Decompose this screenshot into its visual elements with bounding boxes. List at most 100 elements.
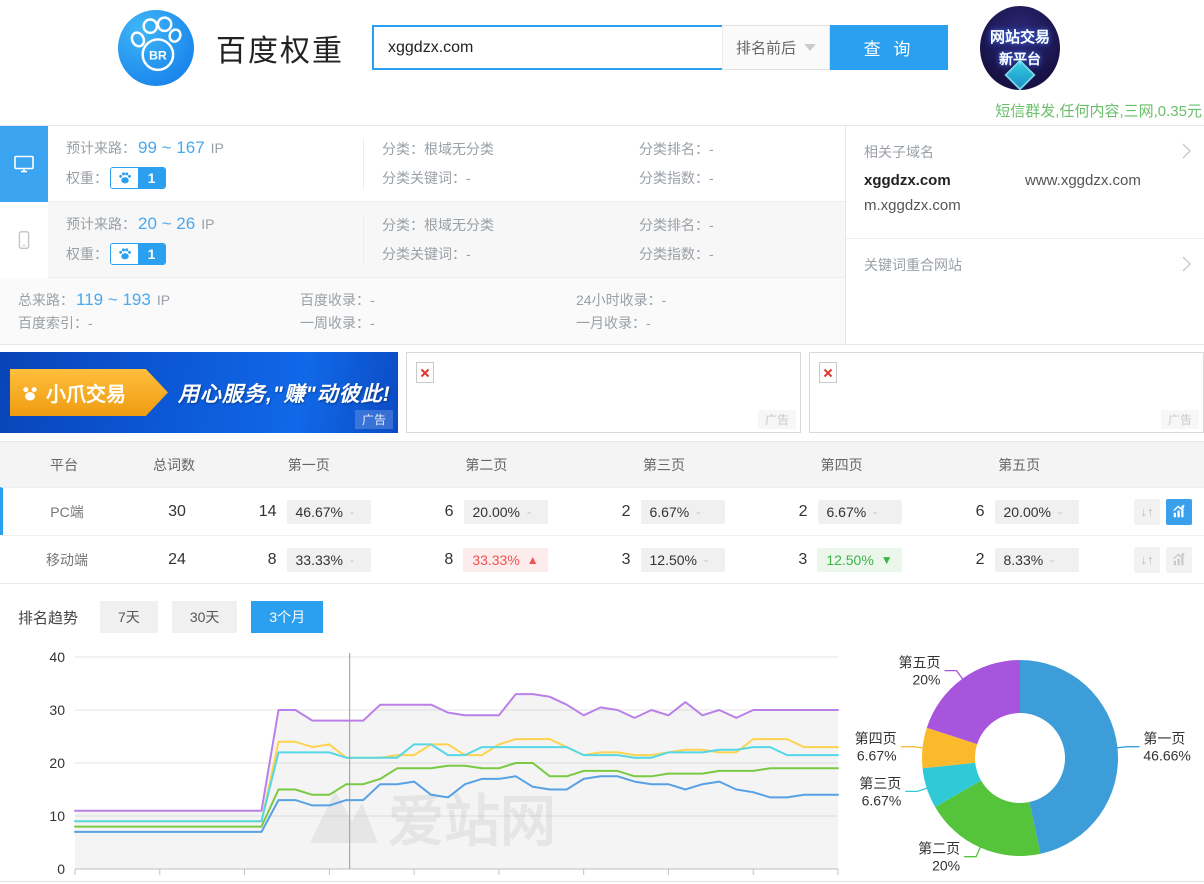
trend-icon: - [696,505,700,519]
svg-text:第四页: 第四页 [855,731,897,747]
ad-tag: 广告 [355,410,393,429]
keyword-table-header: 平台 总词数 第一页 第二页 第三页 第四页 第五页 [0,442,1204,487]
overlap-title: 关键词重合网站 [864,255,1186,275]
tab-pc[interactable] [0,126,48,202]
page2-cell: 6 20.00%- [400,500,577,524]
pc-category-keyword: 分类关键词：- [382,168,621,188]
page3-cell: 2 6.67%- [577,500,754,524]
svg-text:20: 20 [49,755,65,771]
rank-order-label: 排名前后 [736,37,796,58]
table-row-pc: PC端 30 14 46.67%- 6 20.00%- 2 6.67%- 2 6… [0,487,1204,535]
mobile-stats-row: 预计来路： 20 ~ 26 IP 权重： [48,202,845,278]
trend-icon: - [873,505,877,519]
mobile-traffic: 预计来路： 20 ~ 26 IP [66,214,363,234]
mobile-category: 分类：根域无分类 [382,215,621,235]
sort-button[interactable]: ↓↑ [1134,547,1160,573]
pc-weight-badge[interactable]: 1 [110,167,166,189]
trend-icon: - [350,553,354,567]
promo-row: 短信群发,任何内容,三网,0.35元 [0,95,1204,125]
ad-placeholder-1[interactable]: 广告 [406,352,801,433]
subdomain-link[interactable]: xggdzx.com [864,172,1025,189]
page1-cell: 14 46.67%- [223,500,400,524]
page-distribution-donut-chart[interactable]: 第一页46.66%第二页20%第三页6.67%第四页6.67%第五页20% [845,643,1204,881]
pc-category-index: 分类指数：- [639,168,845,188]
chevron-right-icon[interactable] [1178,253,1194,278]
monitor-icon [12,152,36,176]
page5-cell: 6 20.00%- [931,500,1108,524]
page: BR 百度权重 排名前后 查 询 网站交易 新平台 短信群发,任何内容,三网,0… [0,0,1204,882]
broken-image-icon [416,362,434,383]
device-tabs [0,126,48,278]
page1-cell: 8 33.33%- [223,548,400,572]
rank-order-dropdown[interactable]: 排名前后 [722,25,830,70]
broken-image-icon [819,362,837,383]
chevron-right-icon[interactable] [1178,140,1194,165]
page4-cell: 3 12.50%▼ [754,548,931,572]
tab-30days[interactable]: 30天 [172,601,238,633]
trend-icon: - [1058,505,1062,519]
mobile-weight-badge[interactable]: 1 [110,243,166,265]
page3-cell: 3 12.50%- [577,548,754,572]
ad-tag: 广告 [758,410,796,429]
xiaozhua-ad-banner[interactable]: 小爪交易 用心服务,"赚"动彼此! 广告 [0,352,398,433]
ad-brand-ribbon: 小爪交易 [10,369,168,416]
paw-logo-icon: BR [118,10,194,86]
subdomains-panel: 相关子域名 xggdzx.com www.xggdzx.com m.xggdzx… [846,126,1204,239]
platform-label: 移动端 [3,550,131,570]
chart-toggle-button[interactable] [1166,499,1192,525]
total-words: 30 [131,503,223,521]
h24-included: 24小时收录：- [576,288,845,311]
phone-icon [13,228,35,252]
page2-cell: 8 33.33%▲ [400,548,577,572]
overview-left: 预计来路： 99 ~ 167 IP 权重： [0,126,845,344]
total-traffic: 总来路： 119 ~ 193 IP [18,288,300,311]
svg-text:6.67%: 6.67% [862,792,902,808]
total-words: 24 [131,551,223,569]
subdomain-link[interactable]: www.xggdzx.com [1025,172,1186,189]
sms-promo-link[interactable]: 短信群发,任何内容,三网,0.35元 [995,100,1202,121]
col-header-page2: 第二页 [398,455,576,475]
month-included: 一月收录：- [576,311,845,334]
pct-badge: 20.00%- [995,500,1079,524]
ads-row: 小爪交易 用心服务,"赚"动彼此! 广告 广告 广告 [0,352,1204,433]
sort-button[interactable]: ↓↑ [1134,499,1160,525]
col-header-platform: 平台 [0,455,128,475]
tab-7days[interactable]: 7天 [100,601,158,633]
trend-icon: ▼ [881,553,893,567]
tab-3months[interactable]: 3个月 [251,601,323,633]
ad-placeholder-2[interactable]: 广告 [809,352,1204,433]
chart-toggle-button[interactable] [1166,547,1192,573]
trend-icon: - [704,553,708,567]
search-input[interactable] [372,25,722,70]
query-button[interactable]: 查 询 [830,25,948,70]
svg-text:20%: 20% [932,858,960,874]
trend-section-header: 排名趋势 7天 30天 3个月 [18,601,1204,633]
keyword-table: 平台 总词数 第一页 第二页 第三页 第四页 第五页 PC端 30 14 46.… [0,441,1204,584]
tab-mobile[interactable] [0,202,48,278]
pc-category-rank: 分类排名：- [639,139,845,159]
pc-stats-row: 预计来路： 99 ~ 167 IP 权重： [48,126,845,202]
overview-section: 预计来路： 99 ~ 167 IP 权重： [0,125,1204,345]
svg-text:20%: 20% [912,672,940,688]
paw-icon [111,168,138,188]
pct-badge: 33.33%▲ [463,548,547,572]
mobile-category-rank: 分类排名：- [639,215,845,235]
svg-text:第五页: 第五页 [899,655,941,671]
page-title: 百度权重 [216,26,344,70]
col-header-total: 总词数 [128,455,220,475]
pct-badge: 6.67%- [818,500,902,524]
pc-weight-value: 1 [138,168,165,188]
pct-badge: 8.33%- [995,548,1079,572]
subdomain-link[interactable]: m.xggdzx.com [864,197,1025,214]
page4-cell: 2 6.67%- [754,500,931,524]
platform-label: PC端 [3,502,131,522]
trend-icon: - [527,505,531,519]
site-trade-badge[interactable]: 网站交易 新平台 [980,6,1060,90]
svg-text:46.66%: 46.66% [1143,748,1190,764]
col-header-page3: 第三页 [575,455,753,475]
ad-tag: 广告 [1161,410,1199,429]
pct-badge: 20.00%- [464,500,548,524]
rank-trend-line-chart[interactable]: 010203040爱站网 [0,643,845,881]
pc-traffic: 预计来路： 99 ~ 167 IP [66,138,363,158]
baidu-rank-logo: BR [118,10,194,86]
